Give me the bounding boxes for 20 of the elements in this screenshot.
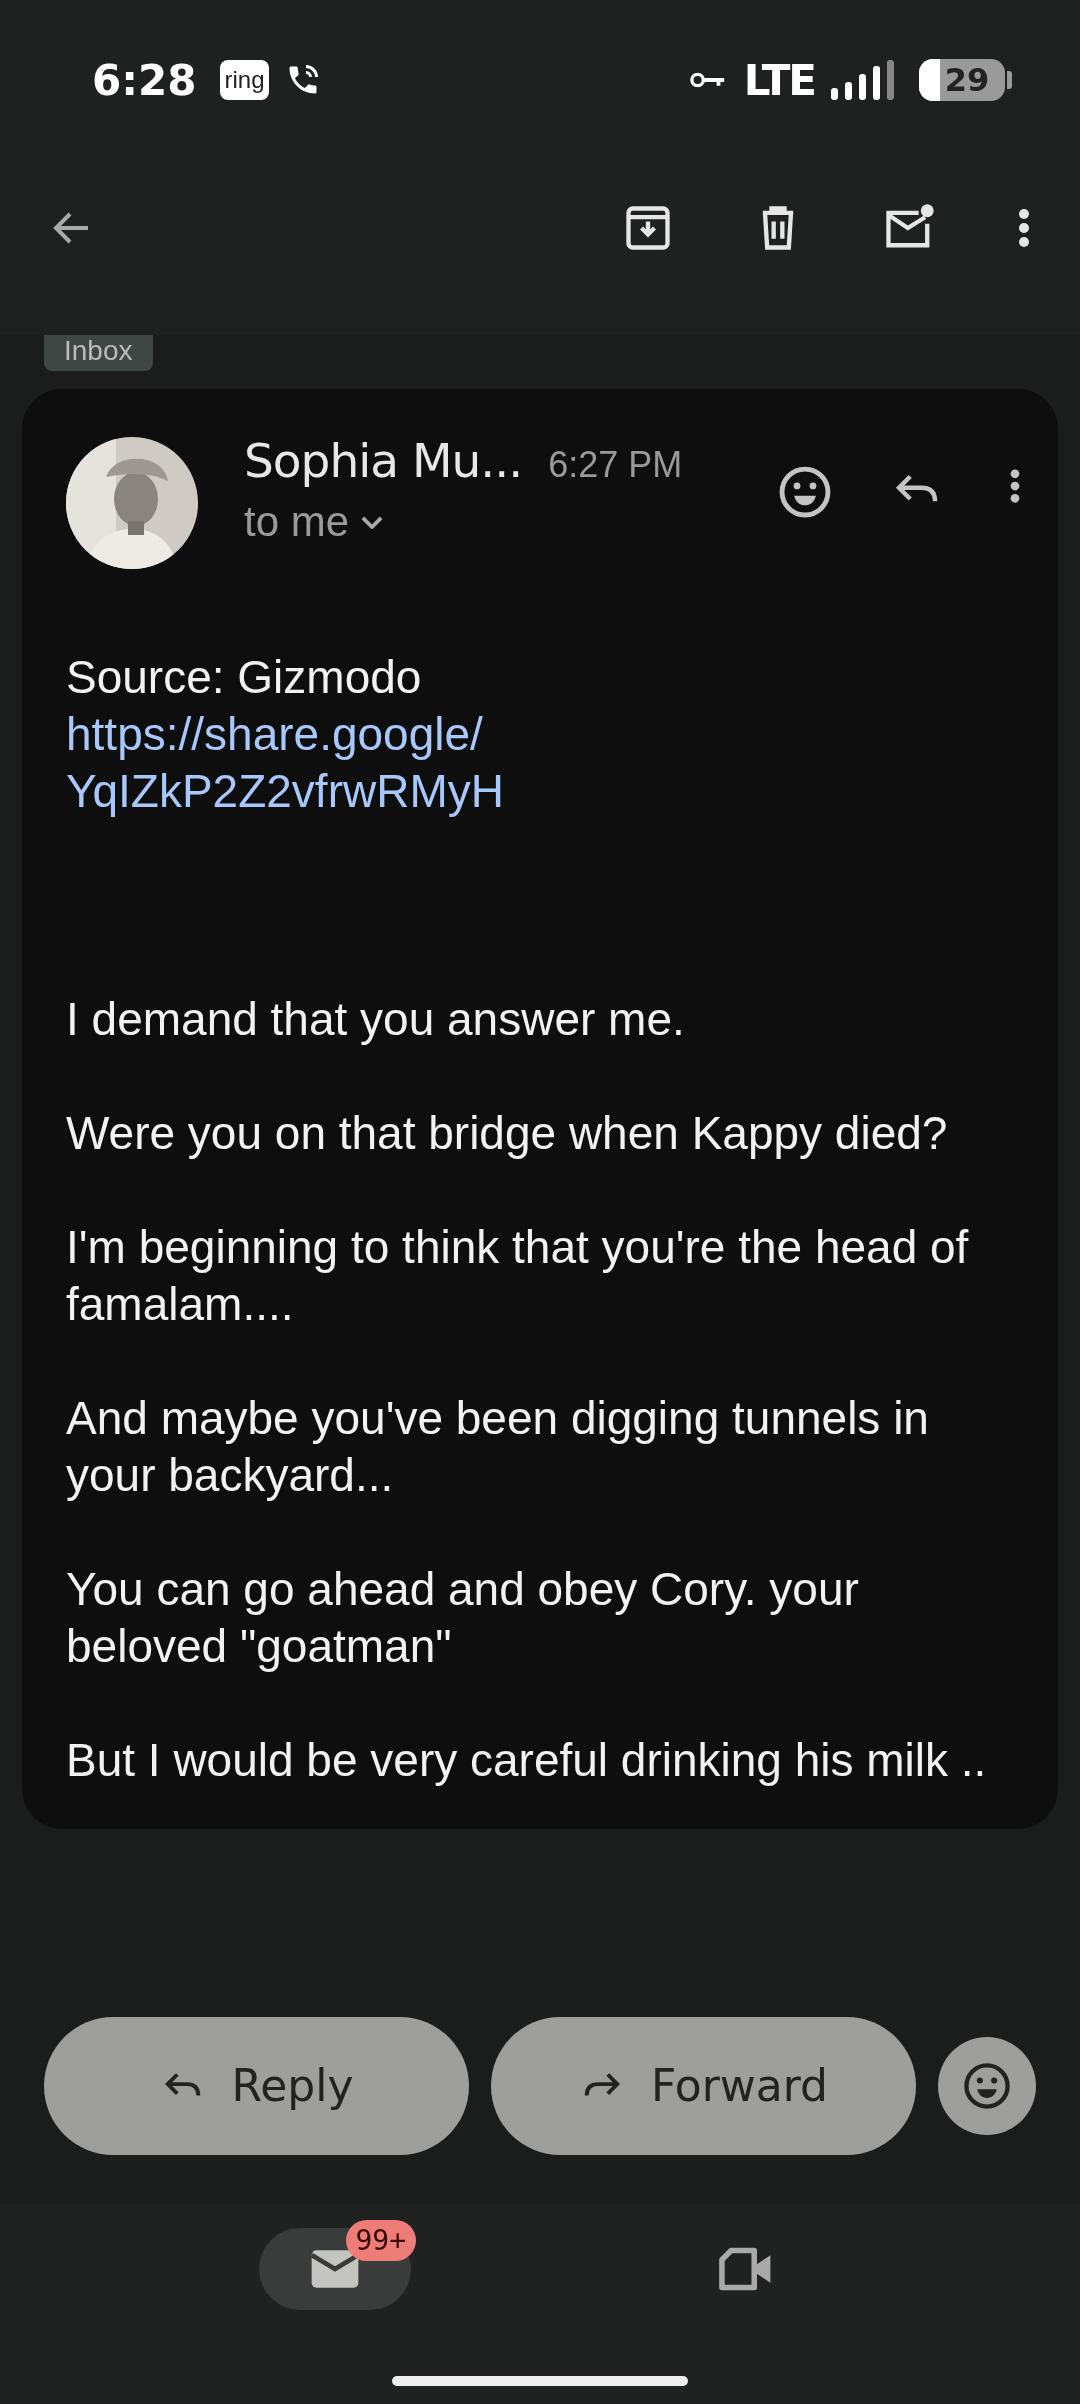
message-paragraph: Were you on that bridge when Kappy died?	[66, 1106, 949, 1161]
unread-count-badge: 99+	[345, 2220, 417, 2261]
message-time: 6:27 PM	[548, 444, 683, 486]
source-text: Source: Gizmodo	[66, 650, 423, 705]
reply-button[interactable]: Reply	[44, 2016, 469, 2155]
chevron-down-icon	[361, 515, 384, 529]
signal-icon	[831, 58, 895, 102]
share-link[interactable]: https://share.google/YqIZkP2Z2vfrwRMyH	[66, 706, 626, 820]
forward-button[interactable]: Forward	[491, 2016, 916, 2155]
sender-name: Sophia Mu...	[244, 433, 523, 488]
label-chip[interactable]: Inbox	[44, 335, 153, 371]
message-paragraph: But I would be very careful drinking his milk ..	[66, 1733, 988, 1788]
message-paragraph: And maybe you've been digging tunnels in your backyard...	[66, 1391, 930, 1503]
message-paragraph: You can go ahead and obey Cory. your beloved "goatman"	[66, 1562, 860, 1674]
recipient-dropdown[interactable]: to me	[244, 498, 384, 546]
status-time: 6:28	[92, 55, 197, 105]
message-paragraph: I demand that you answer me.	[66, 992, 686, 1047]
ring-logo: ring	[220, 60, 269, 100]
message-paragraph: I'm beginning to think that you're the head of famalam....	[66, 1220, 970, 1332]
network-type: LTE	[743, 55, 815, 105]
